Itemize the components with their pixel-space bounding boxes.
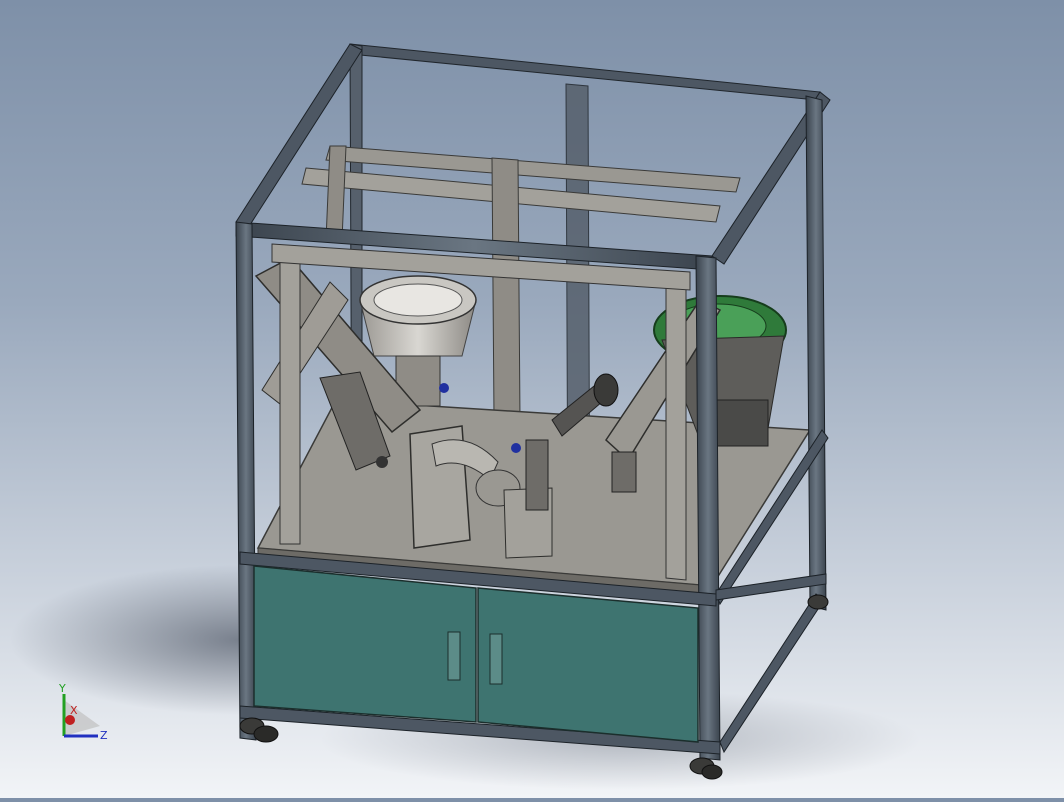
triad-y-label: Y — [58, 682, 66, 695]
3d-viewport[interactable]: Y X Z — [0, 0, 1064, 798]
door-handle-right[interactable] — [489, 633, 503, 685]
machine-model[interactable]: Y X Z — [0, 0, 1064, 798]
cabinet-door-left[interactable] — [253, 565, 477, 723]
cabinet-door-right[interactable] — [477, 587, 699, 743]
triad-z-label: Z — [100, 729, 108, 742]
door-handle-left[interactable] — [447, 631, 461, 681]
triad-x-label: X — [70, 704, 78, 717]
